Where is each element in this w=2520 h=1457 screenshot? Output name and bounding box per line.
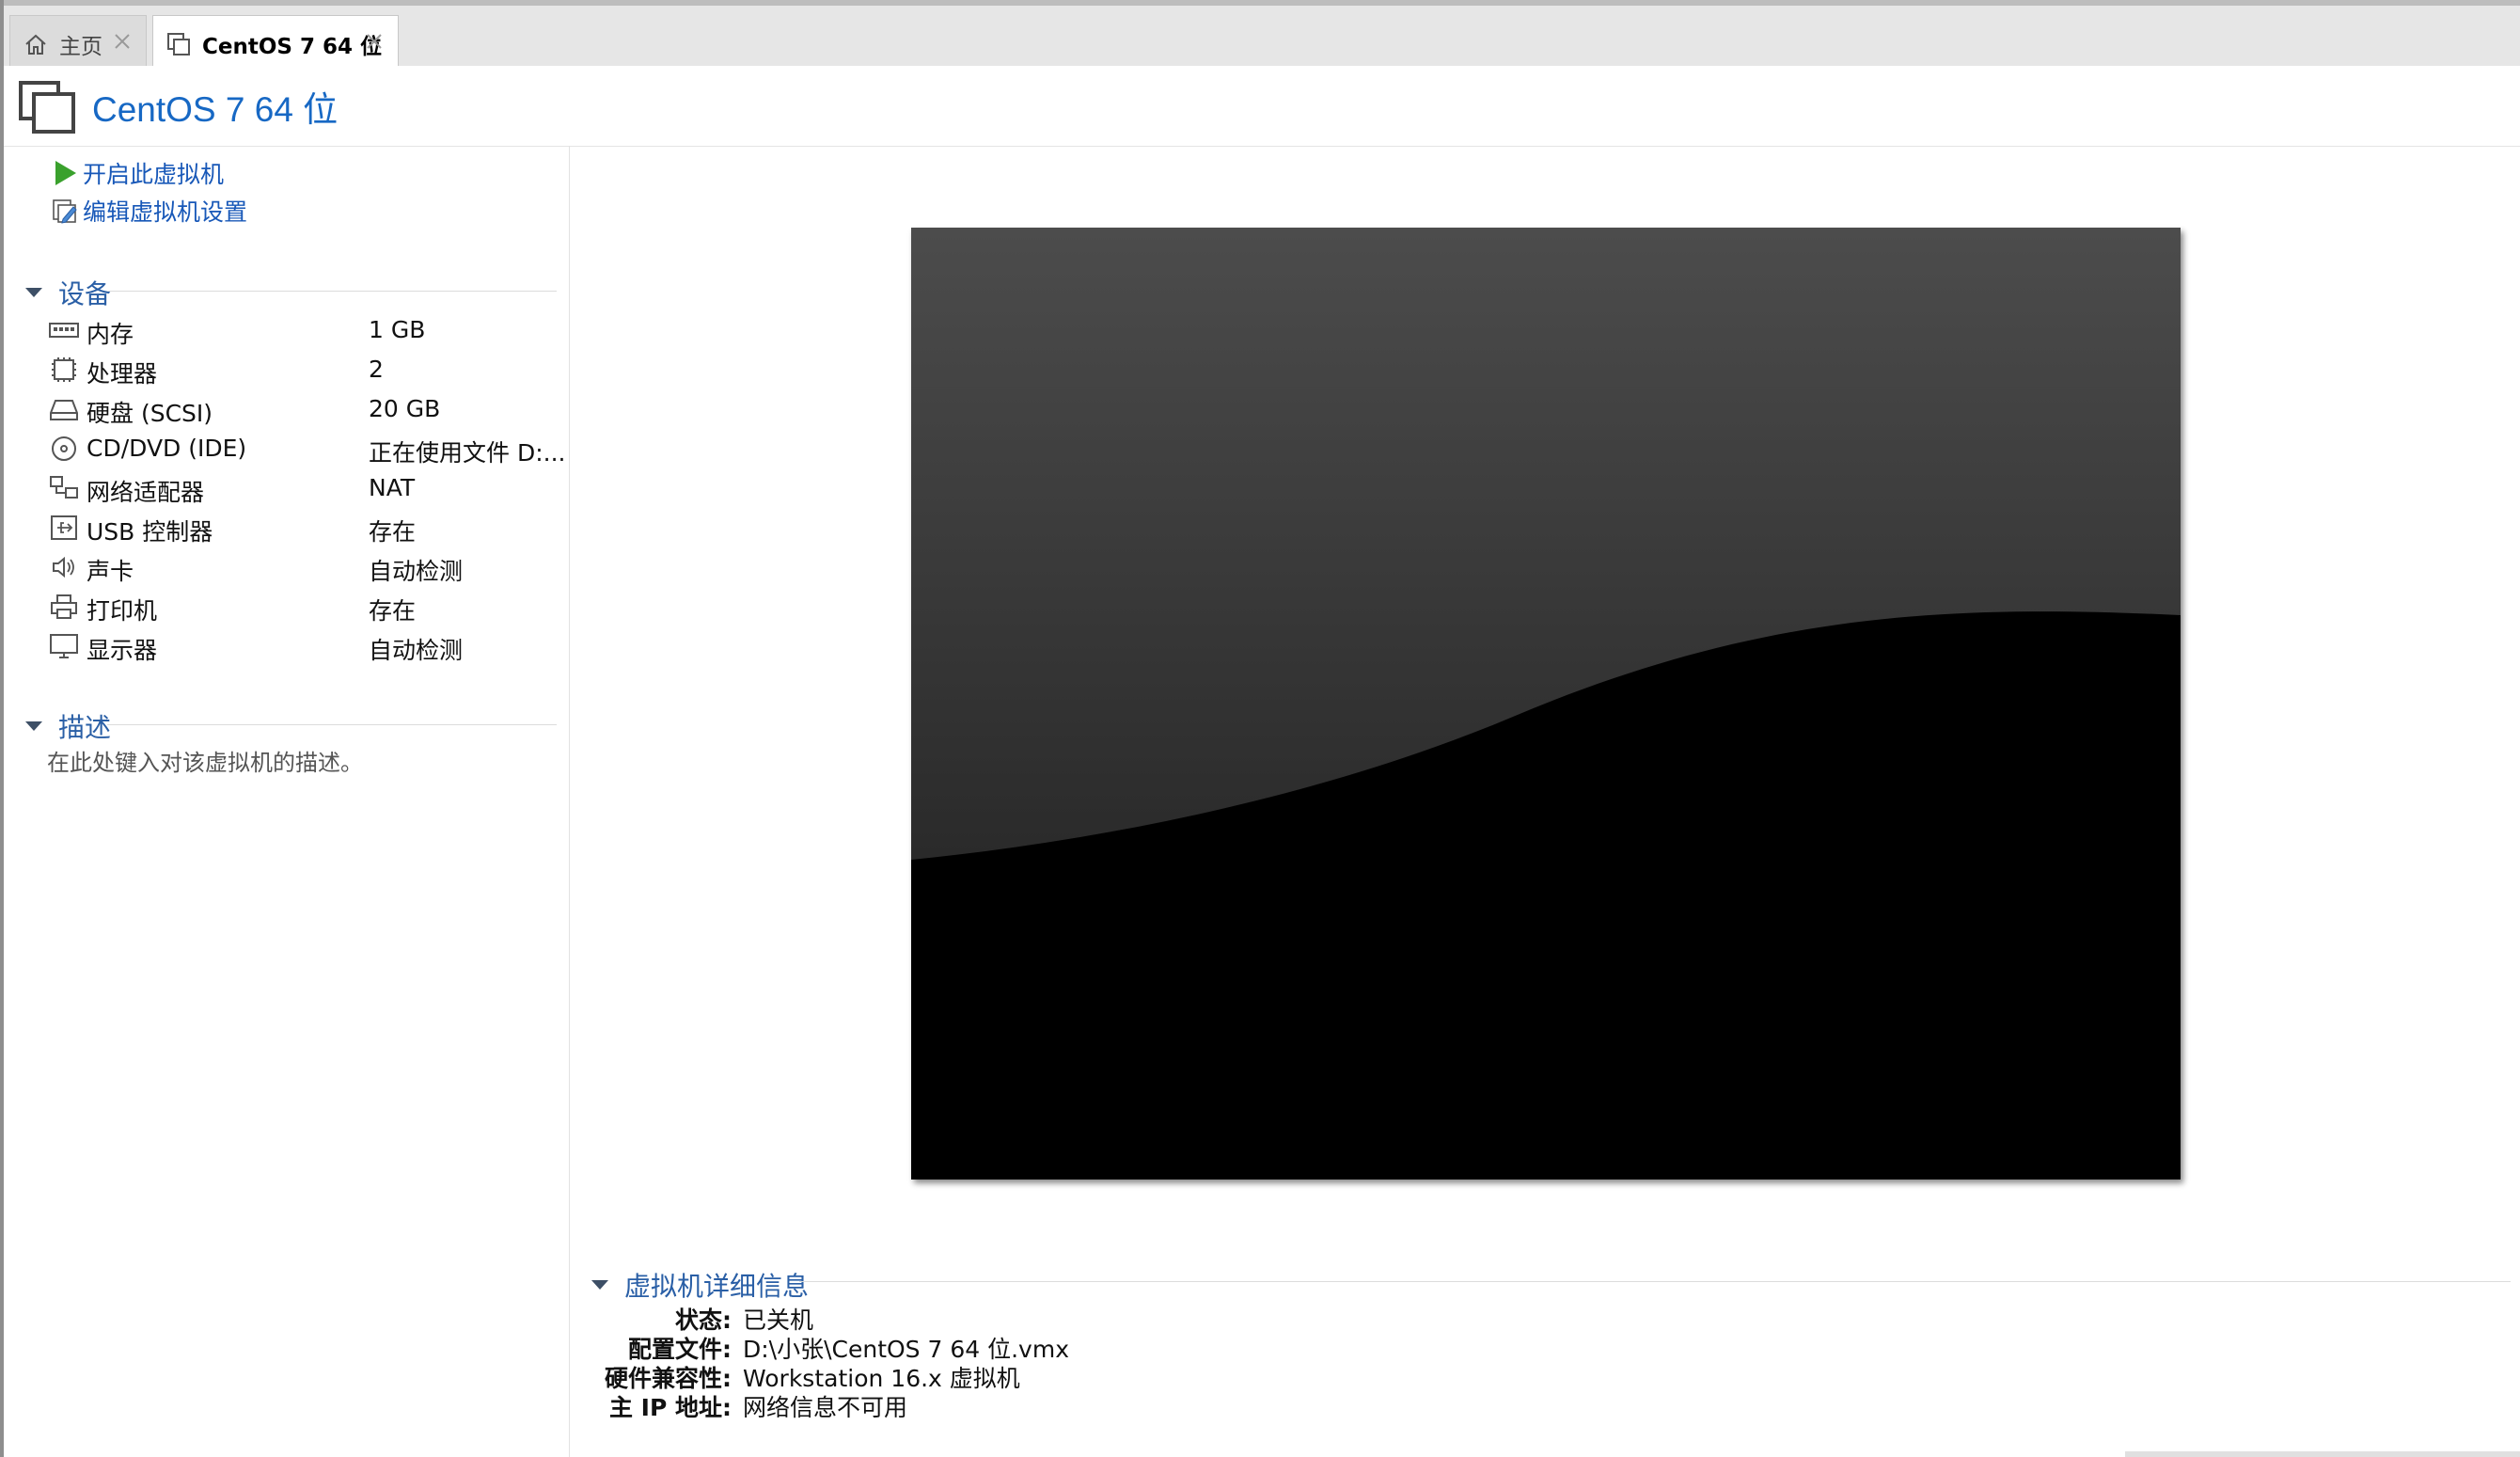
device-name: 显示器 bbox=[87, 637, 158, 664]
divider bbox=[107, 291, 557, 292]
device-row-processor[interactable]: 处理器 2 bbox=[49, 351, 557, 388]
edit-settings-button[interactable]: 编辑虚拟机设置 bbox=[51, 194, 247, 228]
device-name: 处理器 bbox=[87, 360, 158, 388]
divider bbox=[107, 724, 557, 725]
chevron-down-icon bbox=[25, 721, 42, 731]
device-value: 20 GB bbox=[369, 395, 441, 422]
device-name: 内存 bbox=[87, 321, 134, 348]
edit-settings-label: 编辑虚拟机设置 bbox=[83, 198, 248, 226]
device-row-sound[interactable]: 声卡 自动检测 bbox=[49, 548, 557, 586]
device-value: 存在 bbox=[369, 597, 417, 625]
detail-row-config-file: 配置文件: D:\小张\CentOS 7 64 位.vmx bbox=[564, 1331, 1504, 1363]
devices-heading: 设备 bbox=[58, 278, 112, 309]
device-row-usb[interactable]: USB 控制器 存在 bbox=[49, 509, 557, 546]
device-name: USB 控制器 bbox=[87, 518, 213, 546]
description-heading: 描述 bbox=[58, 712, 112, 743]
detail-label: 主 IP 地址: bbox=[608, 1394, 732, 1421]
vm-summary-panel: 开启此虚拟机 编辑虚拟机设置 设备 内存 1 GB 处理器 2 硬盘 (SCSI… bbox=[4, 146, 570, 1457]
printer-icon bbox=[51, 594, 77, 619]
detail-row-hardware-compat: 硬件兼容性: Workstation 16.x 虚拟机 bbox=[564, 1360, 1504, 1392]
device-value: 自动检测 bbox=[369, 637, 464, 664]
detail-row-ip-address: 主 IP 地址: 网络信息不可用 bbox=[564, 1389, 1504, 1421]
tab-home[interactable]: 主页 bbox=[9, 15, 147, 71]
device-value: 自动检测 bbox=[369, 558, 464, 585]
device-name: 声卡 bbox=[87, 558, 134, 585]
edit-settings-icon bbox=[53, 199, 77, 224]
device-row-printer[interactable]: 打印机 存在 bbox=[49, 588, 557, 626]
device-name: 网络适配器 bbox=[87, 479, 205, 506]
preview-graphic bbox=[911, 228, 2181, 1180]
power-on-button[interactable]: 开启此虚拟机 bbox=[51, 156, 224, 190]
memory-icon bbox=[49, 323, 79, 338]
close-icon[interactable] bbox=[362, 29, 386, 54]
vm-icon bbox=[19, 81, 75, 134]
device-value: NAT bbox=[369, 474, 416, 501]
close-icon[interactable] bbox=[110, 29, 134, 54]
device-value: 1 GB bbox=[369, 316, 426, 343]
tab-home-label: 主页 bbox=[59, 34, 102, 59]
cd-dvd-icon bbox=[52, 436, 76, 461]
description-text[interactable]: 在此处键入对该虚拟机的描述。 bbox=[47, 744, 363, 777]
network-adapter-icon bbox=[50, 476, 78, 499]
device-row-hard-disk[interactable]: 硬盘 (SCSI) 20 GB bbox=[49, 390, 557, 428]
usb-icon bbox=[51, 515, 77, 540]
tab-centos[interactable]: CentOS 7 64 位 bbox=[152, 15, 399, 71]
page-title: CentOS 7 64 位 bbox=[92, 90, 339, 129]
divider bbox=[799, 1281, 2511, 1282]
device-name: 打印机 bbox=[87, 597, 158, 625]
chevron-down-icon bbox=[25, 288, 42, 297]
device-row-memory[interactable]: 内存 1 GB bbox=[49, 311, 557, 349]
power-on-label: 开启此虚拟机 bbox=[83, 161, 225, 188]
hard-disk-icon bbox=[50, 400, 78, 420]
vm-screen-preview[interactable] bbox=[911, 228, 2181, 1180]
speaker-icon bbox=[53, 556, 74, 578]
processor-icon bbox=[52, 357, 76, 382]
vm-icon bbox=[167, 32, 190, 55]
device-row-network[interactable]: 网络适配器 NAT bbox=[49, 469, 557, 507]
devices-section-header[interactable]: 设备 bbox=[24, 274, 111, 311]
device-value: 存在 bbox=[369, 518, 417, 546]
monitor-icon bbox=[50, 634, 78, 658]
tab-centos-label: CentOS 7 64 位 bbox=[202, 34, 382, 59]
home-icon bbox=[25, 34, 46, 55]
vm-details-section-header[interactable]: 虚拟机详细信息 bbox=[591, 1266, 809, 1304]
device-name: CD/DVD (IDE) bbox=[87, 435, 247, 462]
detail-value: 网络信息不可用 bbox=[743, 1394, 908, 1421]
detail-row-state: 状态: 已关机 bbox=[564, 1302, 1504, 1334]
play-icon bbox=[55, 161, 76, 185]
tab-bar: 主页 CentOS 7 64 位 bbox=[4, 0, 2520, 71]
device-value: 正在使用文件 D:... bbox=[369, 439, 566, 467]
device-value: 2 bbox=[369, 356, 384, 383]
vm-header: CentOS 7 64 位 bbox=[4, 66, 2520, 147]
device-name: 硬盘 (SCSI) bbox=[87, 400, 213, 427]
description-section-header[interactable]: 描述 bbox=[24, 707, 111, 745]
bottom-scroll-strip bbox=[2125, 1451, 2520, 1457]
chevron-down-icon bbox=[591, 1280, 608, 1290]
device-row-cd-dvd[interactable]: CD/DVD (IDE) 正在使用文件 D:... bbox=[49, 430, 565, 467]
vm-details-heading: 虚拟机详细信息 bbox=[624, 1271, 810, 1302]
device-row-display[interactable]: 显示器 自动检测 bbox=[49, 627, 557, 665]
